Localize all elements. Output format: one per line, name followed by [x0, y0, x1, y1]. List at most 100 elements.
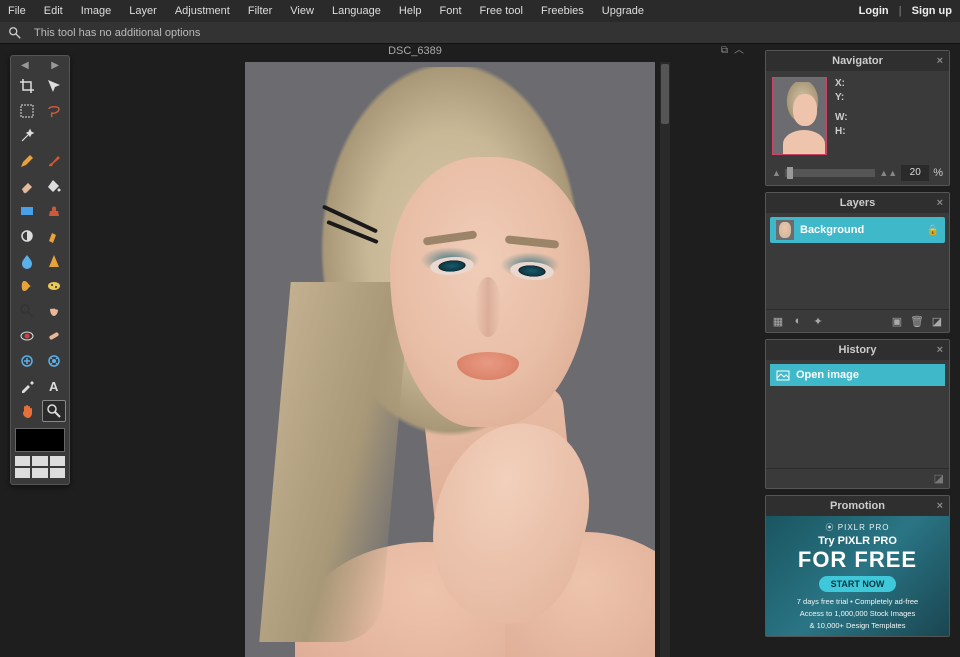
menu-file[interactable]: File [8, 5, 26, 17]
tool-empty1 [42, 125, 66, 147]
layer-opacity-icon[interactable]: ▦ [770, 314, 786, 328]
tool-marquee[interactable] [15, 100, 39, 122]
layer-new-icon[interactable]: ▣ [889, 314, 905, 328]
promo-free: FOR FREE [798, 549, 917, 571]
tool-hand[interactable] [15, 400, 39, 422]
tool-spot-heal[interactable] [42, 325, 66, 347]
tool-color-replace[interactable] [15, 225, 39, 247]
menu-font[interactable]: Font [440, 5, 462, 17]
layers-close-icon[interactable]: × [937, 197, 943, 209]
navigator-info: X: Y: W: H: [835, 77, 943, 155]
navigator-close-icon[interactable]: × [937, 55, 943, 67]
tool-lasso[interactable] [42, 100, 66, 122]
tool-blur[interactable] [15, 250, 39, 272]
tool-bloat[interactable] [15, 350, 39, 372]
menu-language[interactable]: Language [332, 5, 381, 17]
tool-sponge[interactable] [42, 275, 66, 297]
promo-brand: ⦿ PIXLR PRO [826, 522, 890, 533]
layer-row[interactable]: Background 🔒 [770, 217, 945, 243]
menu-view[interactable]: View [290, 5, 314, 17]
promo-line2: Access to 1,000,000 Stock Images [800, 609, 915, 619]
toolbox-next-icon[interactable]: ▶ [51, 60, 59, 71]
tool-type[interactable]: A [42, 375, 66, 397]
menu-image[interactable]: Image [81, 5, 112, 17]
promo-start-button[interactable]: START NOW [819, 576, 897, 592]
layer-delete-icon[interactable]: 🗑 [909, 314, 925, 328]
layer-style-icon[interactable]: ✦ [810, 314, 826, 328]
tool-drawing[interactable] [42, 225, 66, 247]
promotion-title: Promotion [830, 500, 885, 512]
tool-pinch[interactable] [42, 350, 66, 372]
window-collapse-icon[interactable]: ︿ [734, 44, 744, 58]
menu-layer[interactable]: Layer [129, 5, 157, 17]
tool-brush[interactable] [42, 150, 66, 172]
menu-adjustment[interactable]: Adjustment [175, 5, 230, 17]
zoom-value[interactable]: 20 [901, 165, 929, 181]
tool-colorpicker[interactable] [15, 375, 39, 397]
menu-help[interactable]: Help [399, 5, 422, 17]
lock-icon[interactable]: 🔒 [927, 225, 939, 236]
signup-link[interactable]: Sign up [912, 5, 952, 17]
history-title: History [839, 344, 877, 356]
tool-smudge[interactable] [15, 275, 39, 297]
document-title: DSC_6389 [388, 45, 442, 57]
scrollbar-thumb[interactable] [661, 64, 669, 124]
divider: | [899, 5, 902, 17]
nav-x-label: X: [835, 77, 943, 91]
window-restore-icon[interactable]: ⧉ [721, 44, 728, 58]
layers-footer: ▦ ◐ ✦ ▣ 🗑 ◪ [766, 309, 949, 332]
canvas[interactable] [245, 62, 655, 657]
layer-mask-icon[interactable]: ◐ [790, 314, 806, 328]
toolbox: ◀ ▶ A [10, 55, 70, 485]
zoom-slider[interactable] [785, 169, 875, 177]
right-panels: Navigator × X: Y: W: H: ▲ ▲▲ 20 % Layer [765, 50, 950, 637]
promotion-panel: Promotion × ⦿ PIXLR PRO Try PIXLR PRO FO… [765, 495, 950, 637]
history-row[interactable]: Open image [770, 364, 945, 386]
history-close-icon[interactable]: × [937, 344, 943, 356]
tool-pencil[interactable] [15, 150, 39, 172]
zoom-unit: % [933, 167, 943, 179]
menu-filter[interactable]: Filter [248, 5, 272, 17]
promotion-close-icon[interactable]: × [937, 500, 943, 512]
workspace-switcher[interactable] [15, 456, 65, 478]
menu-edit[interactable]: Edit [44, 5, 63, 17]
history-more-icon[interactable]: ◪ [934, 472, 944, 485]
nav-y-label: Y: [835, 91, 943, 105]
tool-wand[interactable] [15, 125, 39, 147]
tool-burn[interactable] [42, 300, 66, 322]
zoom-out-icon[interactable]: ▲ [772, 168, 781, 178]
layer-name: Background [800, 224, 864, 236]
promotion-body[interactable]: ⦿ PIXLR PRO Try PIXLR PRO FOR FREE START… [766, 516, 949, 636]
menu-free-tool[interactable]: Free tool [480, 5, 523, 17]
promo-line3: & 10,000+ Design Templates [810, 621, 906, 631]
layers-title: Layers [840, 197, 875, 209]
options-text: This tool has no additional options [34, 27, 200, 39]
tool-crop[interactable] [15, 75, 39, 97]
tool-dodge[interactable] [15, 300, 39, 322]
history-panel: History × Open image ◪ [765, 339, 950, 489]
menu-freebies[interactable]: Freebies [541, 5, 584, 17]
toolbox-prev-icon[interactable]: ◀ [21, 60, 29, 71]
zoom-icon [8, 26, 22, 40]
tool-gradient[interactable] [15, 200, 39, 222]
navigator-thumbnail[interactable] [772, 77, 827, 155]
tool-clone-stamp[interactable] [42, 200, 66, 222]
nav-h-label: H: [835, 125, 943, 139]
layer-thumbnail [776, 220, 794, 240]
menu-upgrade[interactable]: Upgrade [602, 5, 644, 17]
tool-eraser[interactable] [15, 175, 39, 197]
foreground-color-swatch[interactable] [15, 428, 65, 452]
navigator-title: Navigator [832, 55, 883, 67]
tool-zoom[interactable] [42, 400, 66, 422]
menu-right: Login | Sign up [859, 5, 952, 17]
tool-move[interactable] [42, 75, 66, 97]
promo-line1: 7 days free trial • Completely ad-free [797, 597, 918, 607]
zoom-in-icon[interactable]: ▲▲ [879, 168, 897, 178]
layer-more-icon[interactable]: ◪ [929, 314, 945, 328]
login-link[interactable]: Login [859, 5, 889, 17]
tool-sharpen[interactable] [42, 250, 66, 272]
tool-red-eye[interactable] [15, 325, 39, 347]
document-title-bar: DSC_6389 ⧉ ︿ [80, 44, 750, 60]
vertical-scrollbar[interactable] [660, 62, 670, 657]
tool-paint-bucket[interactable] [42, 175, 66, 197]
